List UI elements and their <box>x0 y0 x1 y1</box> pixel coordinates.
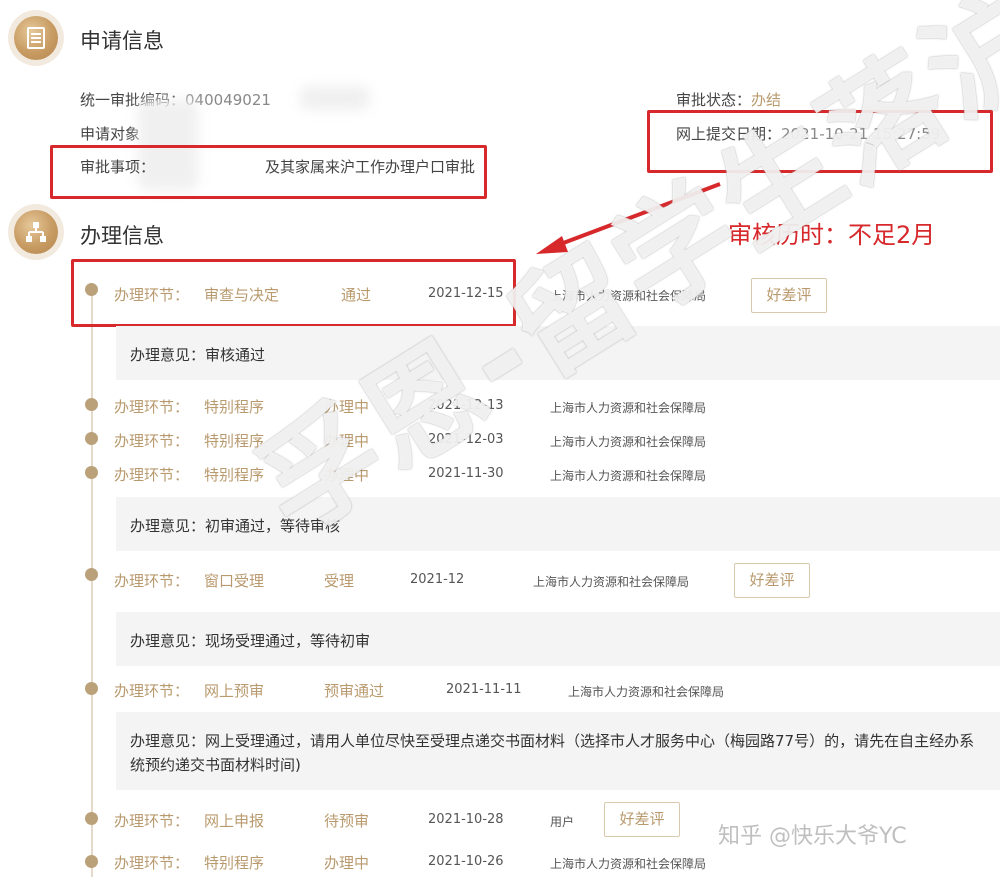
timeline-row: 办理环节： 特别程序 办理中 2021-11-30 上海市人力资源和社会保障局 <box>114 466 707 484</box>
handle-info-icon <box>14 210 58 254</box>
opinion-box: 办理意见：网上受理通过，请用人单位尽快至受理点递交书面材料（选择市人才服务中心（… <box>116 712 1000 790</box>
opinion-box: 办理意见：初审通过，等待审核 <box>116 497 1000 551</box>
timeline-row: 办理环节： 特别程序 办理中 2021-10-26 上海市人力资源和社会保障局 <box>114 854 707 872</box>
credit-text: 知乎 @快乐大爷YC <box>718 824 907 849</box>
highlight-item-box <box>50 145 487 199</box>
applicant-object: 申请对象 <box>80 125 141 143</box>
timeline-row: 办理环节： 网上预审 预审通过 2021-11-11 上海市人力资源和社会保障局 <box>114 682 725 700</box>
handle-info-title: 办理信息 <box>80 224 164 248</box>
rating-button[interactable]: 好差评 <box>604 802 680 837</box>
opinion-box: 办理意见：现场受理通过，等待初审 <box>116 612 1000 666</box>
rating-button[interactable]: 好差评 <box>751 278 827 313</box>
apply-info-icon <box>14 16 58 60</box>
timeline-row: 办理环节： 窗口受理 受理 2021-12 上海市人力资源和社会保障局 <box>114 572 690 590</box>
rating-button[interactable]: 好差评 <box>734 563 810 598</box>
apply-info-title: 申请信息 <box>80 29 164 53</box>
